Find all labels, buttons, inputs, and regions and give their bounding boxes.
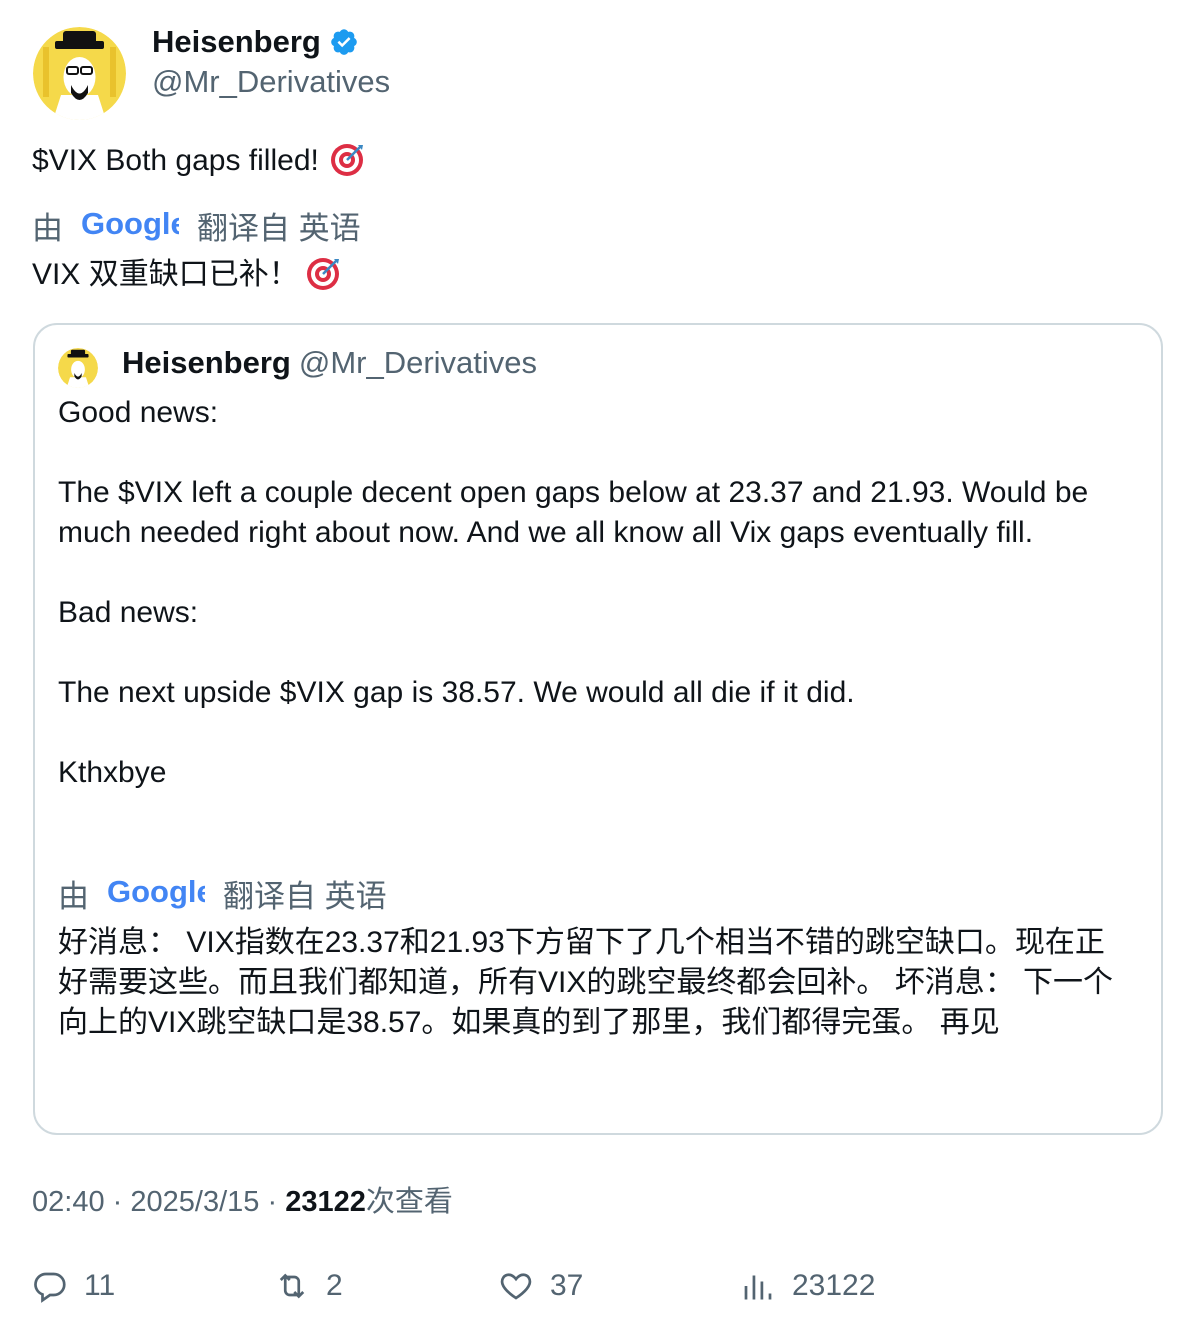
reply-icon (34, 1272, 66, 1303)
action-bar: 11 2 37 23122 (0, 1268, 1196, 1312)
svg-text:Google: Google (81, 207, 179, 241)
tweet-time[interactable]: 02:40 (32, 1186, 105, 1218)
google-logo-text: Google (81, 207, 179, 241)
translated-text-content: VIX 双重缺口已补！ (32, 258, 299, 291)
translated-text: VIX 双重缺口已补！ (32, 255, 343, 295)
translate-prefix: 由 (58, 879, 89, 914)
target-emoji-icon (305, 256, 343, 294)
repost-count: 2 (326, 1269, 343, 1302)
like-button[interactable]: 37 (498, 1268, 583, 1304)
quoted-author-avatar[interactable] (58, 348, 98, 388)
reply-button[interactable]: 11 (32, 1268, 115, 1304)
tweet-meta: 02:40 · 2025/3/15 · 23122次查看 (32, 1182, 453, 1222)
views-count: 23122 (792, 1269, 876, 1302)
quoted-author-handle[interactable]: @Mr_Derivatives (299, 345, 537, 380)
meta-separator: · (112, 1186, 123, 1218)
google-logo: Google (107, 874, 214, 919)
google-logo: Google (81, 206, 188, 251)
tweet-text: $VIX Both gaps filled! (32, 141, 367, 181)
like-icon (500, 1273, 532, 1300)
author-name-row[interactable]: Heisenberg (152, 22, 359, 62)
like-count: 37 (550, 1269, 584, 1302)
meta-separator: · (267, 1186, 278, 1218)
repost-icon (279, 1273, 305, 1299)
translate-prefix: 由 (32, 211, 63, 246)
tweet-date[interactable]: 2025/3/15 (130, 1186, 259, 1218)
repost-button[interactable]: 2 (274, 1268, 343, 1304)
quoted-tweet-text: Good news: The $VIX left a couple decent… (58, 396, 1089, 789)
translation-attribution[interactable]: 由 Google 翻译自 英语 (32, 206, 361, 251)
quoted-translation-attribution[interactable]: 由 Google 翻译自 英语 (58, 874, 387, 919)
view-count: 23122 (285, 1186, 366, 1218)
translate-suffix: 翻译自 英语 (197, 211, 361, 246)
author-avatar[interactable] (33, 27, 126, 120)
author-handle[interactable]: @Mr_Derivatives (152, 62, 390, 102)
quoted-author-name[interactable]: Heisenberg (122, 345, 291, 380)
verified-badge-icon (329, 27, 359, 57)
svg-text:Google: Google (107, 875, 205, 909)
views-icon (744, 1275, 772, 1300)
views-button[interactable]: 23122 (740, 1268, 875, 1304)
author-name[interactable]: Heisenberg (152, 22, 321, 62)
google-logo-text: Google (107, 875, 205, 909)
quoted-translated-text: 好消息： VIX指数在23.37和21.93下方留下了几个相当不错的跳空缺口。现… (58, 926, 1114, 1039)
view-count-label: 次查看 (365, 1186, 453, 1218)
translate-suffix: 翻译自 英语 (223, 879, 387, 914)
reply-count: 11 (84, 1269, 116, 1302)
tweet-text-content: $VIX Both gaps filled! (32, 144, 319, 177)
target-emoji-icon (329, 142, 367, 180)
quoted-author-row[interactable]: Heisenberg @Mr_Derivatives (122, 343, 537, 383)
